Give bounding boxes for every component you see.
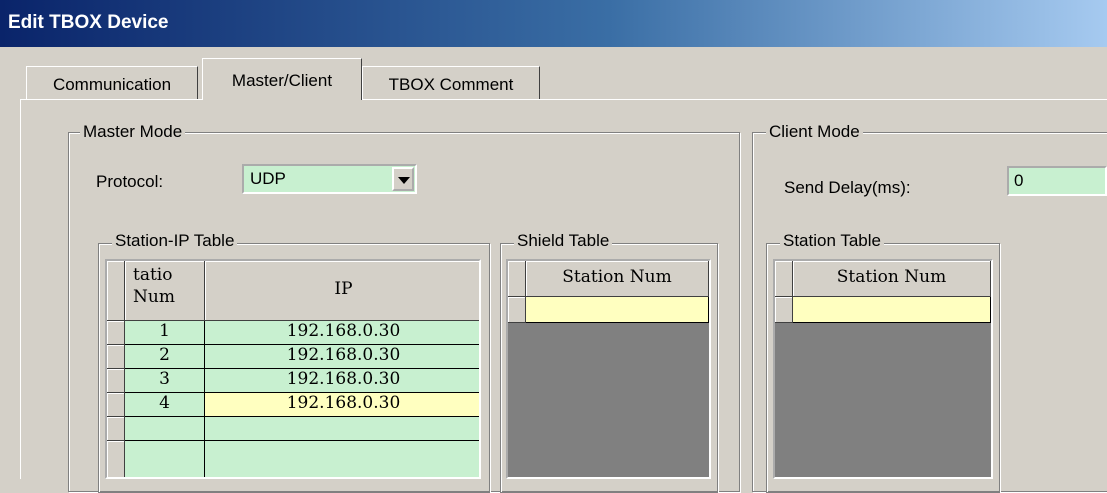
ip-cell-empty[interactable]	[205, 441, 479, 477]
column-header-station-line2: Num	[133, 287, 175, 307]
grid-corner	[107, 261, 125, 321]
title-bar: Edit TBOX Device	[0, 0, 1107, 47]
master-mode-label: Master Mode	[80, 122, 186, 142]
station-num-cell[interactable]	[793, 297, 991, 323]
station-cell-empty[interactable]	[125, 441, 205, 477]
ip-cell[interactable]: 192.168.0.30	[205, 345, 479, 369]
column-header-station[interactable]: tatio Num	[125, 261, 205, 321]
column-header-station-num[interactable]: Station Num	[526, 261, 709, 297]
send-delay-label: Send Delay(ms):	[784, 178, 911, 197]
station-num-cell[interactable]	[526, 297, 709, 323]
station-cell[interactable]: 4	[125, 393, 205, 417]
station-ip-table-label: Station-IP Table	[112, 231, 238, 251]
column-header-station-num[interactable]: Station Num	[793, 261, 991, 297]
row-header[interactable]	[107, 393, 125, 417]
station-cell[interactable]: 3	[125, 369, 205, 393]
client-mode-label: Client Mode	[766, 122, 863, 142]
chevron-down-icon	[398, 177, 410, 184]
column-header-station-line1: tatio	[133, 265, 173, 285]
column-header-station-num-label: Station Num	[836, 267, 947, 287]
tab-communication-label: Communication	[52, 75, 172, 94]
ip-cell-selected[interactable]: 192.168.0.30	[205, 393, 479, 417]
row-header[interactable]	[107, 321, 125, 345]
send-delay-input[interactable]: 0	[1007, 166, 1107, 196]
row-header[interactable]	[107, 369, 125, 393]
grid-corner	[508, 261, 526, 297]
tab-master-client[interactable]: Master/Client	[202, 58, 362, 100]
shield-table-label: Shield Table	[514, 231, 613, 251]
grid-corner	[775, 261, 793, 297]
ip-cell[interactable]: 192.168.0.30	[205, 321, 479, 345]
row-header[interactable]	[508, 297, 526, 323]
window-title: Edit TBOX Device	[8, 12, 169, 33]
column-header-ip-label: IP	[334, 279, 353, 299]
protocol-select[interactable]: UDP	[242, 164, 417, 194]
row-header[interactable]	[107, 417, 125, 441]
protocol-label: Protocol:	[96, 172, 164, 191]
column-header-station-num-label: Station Num	[562, 267, 672, 287]
row-header[interactable]	[107, 441, 125, 477]
station-cell[interactable]: 1	[125, 321, 205, 345]
ip-cell-empty[interactable]	[205, 417, 479, 441]
station-ip-grid[interactable]: tatio Num IP 1 192.168.0.30 2 192.168.0.…	[105, 259, 481, 479]
tab-tbox-comment-label: TBOX Comment	[388, 75, 514, 94]
tab-communication[interactable]: Communication	[26, 66, 198, 100]
row-header[interactable]	[775, 297, 793, 323]
column-header-ip[interactable]: IP	[205, 261, 479, 321]
title-gap	[0, 47, 1107, 55]
protocol-dropdown-button[interactable]	[392, 167, 414, 191]
ip-cell[interactable]: 192.168.0.30	[205, 369, 479, 393]
row-header[interactable]	[107, 345, 125, 369]
tab-tbox-comment[interactable]: TBOX Comment	[362, 66, 540, 100]
tab-master-client-label: Master/Client	[231, 71, 333, 90]
protocol-value: UDP	[250, 169, 286, 188]
station-cell[interactable]: 2	[125, 345, 205, 369]
send-delay-value: 0	[1014, 171, 1024, 190]
station-cell-empty[interactable]	[125, 417, 205, 441]
station-table-label: Station Table	[780, 231, 884, 251]
shield-grid[interactable]: Station Num	[506, 259, 711, 479]
station-grid[interactable]: Station Num	[773, 259, 993, 479]
